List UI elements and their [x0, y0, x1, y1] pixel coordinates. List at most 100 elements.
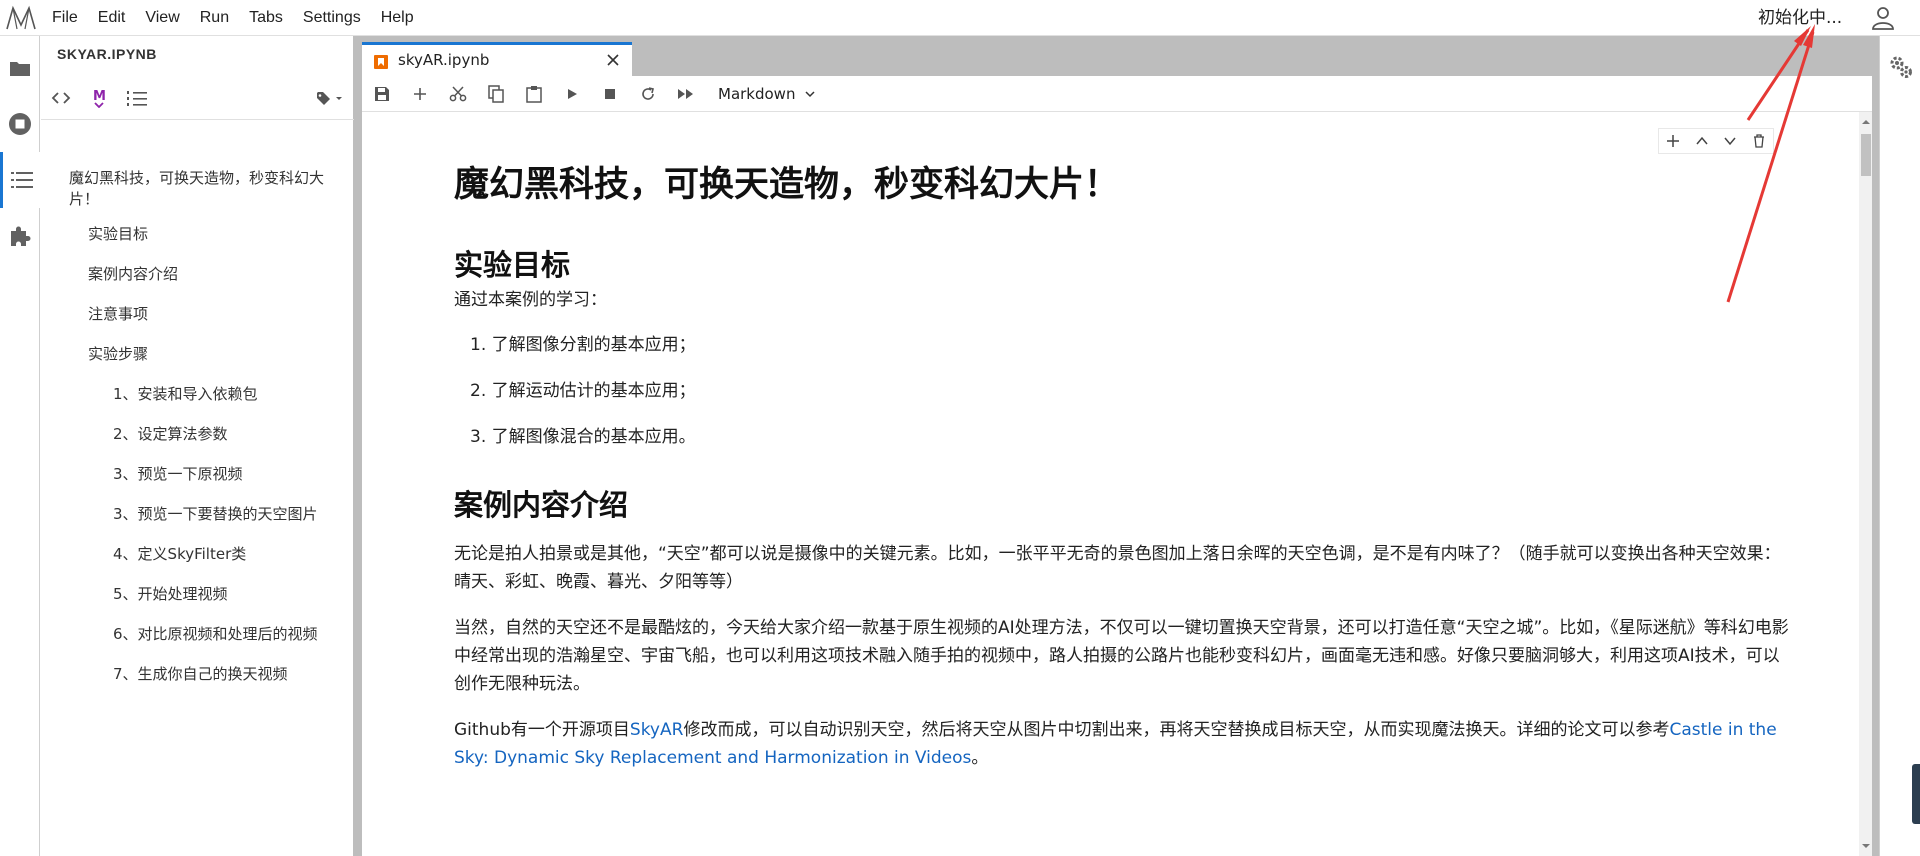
play-icon — [568, 89, 577, 99]
toc-entry[interactable]: 7、生成你自己的换天视频 — [113, 664, 288, 685]
code-icon — [51, 92, 71, 104]
chevron-down-icon[interactable] — [1723, 134, 1737, 148]
file-browser-tab[interactable] — [0, 40, 40, 96]
toc-entry[interactable]: 3、预览一下原视频 — [113, 464, 243, 485]
chevron-down-icon — [805, 91, 815, 98]
main-menu: File Edit View Run Tabs Settings Help — [42, 0, 424, 36]
doc-title: 魔幻黑科技，可换天造物，秒变科幻大片！ — [454, 165, 1120, 205]
menu-help[interactable]: Help — [371, 0, 424, 36]
menu-edit[interactable]: Edit — [88, 0, 136, 36]
menu-tabs[interactable]: Tabs — [239, 0, 293, 36]
toc-entry[interactable]: 6、对比原视频和处理后的视频 — [113, 624, 318, 645]
list-icon — [10, 172, 33, 188]
toc-markdown-toggle[interactable]: M — [85, 84, 113, 112]
toc-tab[interactable] — [0, 152, 40, 208]
toc-numbering-toggle[interactable] — [123, 84, 151, 112]
menu-bar: File Edit View Run Tabs Settings Help 初始… — [0, 0, 1920, 36]
extensions-tab[interactable] — [0, 208, 40, 264]
paragraph-with-links: Github有一个开源项目SkyAR修改而成，可以自动识别天空，然后将天空从图片… — [454, 716, 1794, 772]
modelarts-logo — [6, 5, 36, 30]
text: 。 — [971, 748, 989, 768]
skyar-link[interactable]: SkyAR — [630, 720, 684, 740]
toc-entry[interactable]: 3、预览一下要替换的天空图片 — [113, 504, 318, 525]
text: Github有一个开源项目 — [454, 720, 630, 740]
refresh-icon — [642, 87, 654, 100]
copy-button[interactable] — [484, 82, 508, 106]
heading-case-intro: 案例内容介绍 — [454, 488, 629, 522]
intro-text: 通过本案例的学习： — [454, 290, 607, 310]
notebook-icon — [374, 55, 388, 69]
close-icon[interactable] — [604, 51, 622, 69]
puzzle-icon — [11, 226, 31, 246]
chevron-up-icon[interactable] — [1695, 134, 1709, 148]
running-tab[interactable] — [0, 96, 40, 152]
menu-file[interactable]: File — [42, 0, 88, 36]
text: 修改而成，可以自动识别天空，然后将天空从图片中切割出来，再将天空替换成目标天空，… — [683, 720, 1670, 740]
toc-entry[interactable]: 2、设定算法参数 — [113, 424, 228, 445]
toc-entry[interactable]: 注意事项 — [88, 304, 148, 325]
clipboard-icon — [526, 86, 542, 103]
right-sidebar — [1879, 36, 1920, 856]
toc-entry[interactable]: 实验步骤 — [88, 344, 148, 365]
toc-tag-filter[interactable] — [313, 84, 347, 112]
side-handle[interactable] — [1912, 764, 1920, 824]
toc-entry[interactable]: 4、定义SkyFilter类 — [113, 544, 246, 565]
scroll-down-icon[interactable] — [1859, 840, 1872, 852]
restart-kernel-button[interactable] — [636, 82, 660, 106]
notebook-scrollbar[interactable] — [1859, 112, 1872, 856]
table-of-contents-panel: SKYAR.IPYNB M 魔幻黑科技，可换天造物，秒变科幻大片！ 实验目标 案… — [41, 36, 354, 856]
restart-run-all-button[interactable] — [674, 82, 698, 106]
user-icon[interactable] — [1870, 5, 1896, 31]
notebook-body: 魔幻黑科技，可换天造物，秒变科幻大片！ 实验目标 通过本案例的学习： 1. 了解… — [362, 112, 1872, 856]
toc-code-toggle[interactable] — [47, 84, 75, 112]
gear-icon[interactable] — [1888, 54, 1914, 80]
toc-title: SKYAR.IPYNB — [57, 46, 157, 62]
tag-icon — [317, 92, 342, 105]
list-item: 1. 了解图像分割的基本应用； — [470, 335, 696, 355]
interrupt-kernel-button[interactable] — [598, 82, 622, 106]
paragraph: 无论是拍人拍景或是其他，“天空”都可以说是摄像中的关键元素。比如，一张平平无奇的… — [454, 544, 1781, 592]
paste-button[interactable] — [522, 82, 546, 106]
toc-entry[interactable]: 案例内容介绍 — [88, 264, 178, 285]
tab-skyar-notebook[interactable]: skyAR.ipynb — [362, 42, 632, 76]
cell-type-select[interactable]: Markdown — [718, 82, 816, 106]
toc-entry[interactable]: 5、开始处理视频 — [113, 584, 228, 605]
toc-toolbar: M — [41, 78, 354, 120]
cell-toolbar — [1658, 128, 1774, 154]
scissors-icon — [449, 86, 467, 102]
scrollbar-thumb[interactable] — [1861, 134, 1871, 176]
notebook-toolbar: Markdown — [362, 76, 1872, 112]
trash-icon[interactable] — [1752, 134, 1766, 148]
activity-bar — [0, 36, 40, 856]
numbered-list-icon — [127, 91, 147, 106]
cell-type-value: Markdown — [718, 85, 796, 103]
main-dock-area: skyAR.ipynb Markdown 魔幻黑科技，可换天造物，秒变科幻大片！… — [361, 36, 1879, 856]
copy-icon — [488, 85, 504, 103]
plus-icon — [414, 88, 426, 100]
paragraph: 当然，自然的天空还不是最酷炫的，今天给大家介绍一款基于原生视频的AI处理方法，不… — [454, 618, 1789, 694]
run-cell-button[interactable] — [560, 82, 584, 106]
tab-label: skyAR.ipynb — [398, 51, 490, 69]
list-item: 2. 了解运动估计的基本应用； — [470, 381, 696, 401]
stop-circle-icon — [9, 113, 31, 135]
menu-settings[interactable]: Settings — [293, 0, 371, 36]
toc-entry[interactable]: 1、安装和导入依赖包 — [113, 384, 258, 405]
panel-splitter[interactable] — [354, 36, 361, 856]
cut-button[interactable] — [446, 82, 470, 106]
save-button[interactable] — [370, 82, 394, 106]
fast-forward-icon — [678, 89, 693, 99]
scroll-up-icon[interactable] — [1859, 116, 1872, 128]
insert-cell-button[interactable] — [408, 82, 432, 106]
kernel-status: 初始化中... — [1758, 8, 1843, 28]
toc-entry[interactable]: 实验目标 — [88, 224, 148, 245]
heading-objectives: 实验目标 — [454, 248, 571, 282]
toc-entry[interactable]: 魔幻黑科技，可换天造物，秒变科幻大片！ — [69, 168, 331, 210]
plus-icon[interactable] — [1666, 134, 1680, 148]
save-icon — [375, 87, 389, 101]
menu-view[interactable]: View — [135, 0, 189, 36]
markdown-icon: M — [93, 89, 106, 108]
menu-run[interactable]: Run — [190, 0, 239, 36]
stop-icon — [605, 89, 615, 99]
svg-text:M: M — [93, 89, 106, 104]
folder-icon — [10, 62, 30, 76]
